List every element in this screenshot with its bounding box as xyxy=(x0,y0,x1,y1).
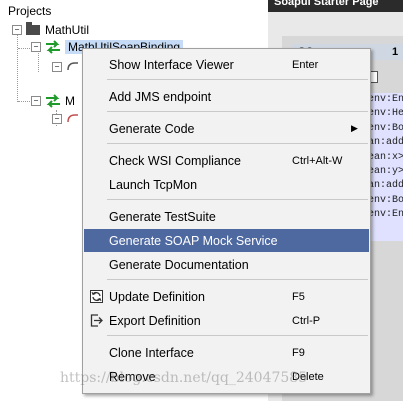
menu-separator xyxy=(107,199,368,200)
menu-separator xyxy=(107,79,368,80)
menu-item-label: Show Interface Viewer xyxy=(109,57,234,72)
menu-item-label: Clone Interface xyxy=(109,345,194,360)
menu-item-shortcut: F5 xyxy=(292,290,305,303)
operation-icon xyxy=(67,62,78,71)
menu-item-label: Update Definition xyxy=(109,289,205,304)
menu-item-label: Check WSI Compliance xyxy=(109,153,241,168)
menu-item-export-definition[interactable]: Export Definition Ctrl-P xyxy=(84,309,369,332)
menu-item-generate-soap-mock-service[interactable]: Generate SOAP Mock Service xyxy=(84,229,369,252)
tree-item-operation-2[interactable]: − xyxy=(52,110,80,128)
editor-line: ean:y> xyxy=(368,165,403,177)
menu-item-generate-testsuite[interactable]: Generate TestSuite xyxy=(84,205,369,228)
refresh-icon xyxy=(90,290,103,303)
menu-item-label: Generate Documentation xyxy=(109,257,249,272)
menu-item-label: Generate TestSuite xyxy=(109,209,216,224)
menu-item-update-definition[interactable]: Update Definition F5 xyxy=(84,285,369,308)
menu-item-shortcut: F9 xyxy=(292,346,305,359)
tree-guide-line xyxy=(18,48,30,49)
export-icon xyxy=(90,314,103,327)
menu-item-label: Export Definition xyxy=(109,313,201,328)
operation-icon xyxy=(67,114,78,123)
collapse-expander-icon[interactable]: − xyxy=(31,96,41,106)
collapse-expander-icon[interactable]: − xyxy=(52,62,62,72)
menu-item-check-wsi-compliance[interactable]: Check WSI Compliance Ctrl+Alt-W xyxy=(84,149,369,172)
menu-item-generate-code[interactable]: Generate Code ▶ xyxy=(84,117,369,140)
collapse-expander-icon[interactable]: − xyxy=(52,114,62,124)
tree-header: Projects xyxy=(8,4,52,18)
tree-guide-line xyxy=(17,30,18,102)
chevron-right-icon: ▶ xyxy=(351,123,358,133)
menu-item-shortcut: Ctrl+Alt-W xyxy=(292,154,343,167)
editor-line: an:add> xyxy=(368,137,403,149)
menu-item-show-interface-viewer[interactable]: Show Interface Viewer Enter xyxy=(84,53,369,76)
folder-icon xyxy=(26,22,40,35)
tree-item-binding-2-label: M xyxy=(65,94,75,108)
tree-item-binding-2[interactable]: − M xyxy=(31,92,75,110)
collapse-expander-icon[interactable]: − xyxy=(31,42,41,52)
menu-item-launch-tcpmon[interactable]: Launch TcpMon xyxy=(84,173,369,196)
tree-item-project-label: MathUtil xyxy=(45,23,90,37)
watermark-text: https://blog.csdn.net/qq_24047585 xyxy=(60,370,308,386)
starter-page-title: Soapui Starter Page xyxy=(268,0,403,12)
menu-item-generate-documentation[interactable]: Generate Documentation xyxy=(84,253,369,276)
context-menu: Show Interface Viewer Enter Add JMS endp… xyxy=(82,48,371,394)
menu-separator xyxy=(107,279,368,280)
editor-line: ean:x> xyxy=(368,151,403,163)
menu-item-shortcut: Ctrl-P xyxy=(292,314,321,327)
menu-item-label: Launch TcpMon xyxy=(109,177,198,192)
collapse-expander-icon[interactable]: − xyxy=(12,25,22,35)
menu-item-add-jms-endpoint[interactable]: Add JMS endpoint xyxy=(84,85,369,108)
editor-line: an:add xyxy=(368,180,403,192)
editor-line: env:He xyxy=(368,108,403,120)
menu-item-clone-interface[interactable]: Clone Interface F9 xyxy=(84,341,369,364)
editor-line: env:Env xyxy=(368,209,403,221)
editor-line: env:Bo xyxy=(368,122,403,134)
menu-item-label: Add JMS endpoint xyxy=(109,89,212,104)
menu-separator xyxy=(107,335,368,336)
request-tab-suffix: 1 xyxy=(392,46,399,58)
interface-arrows-icon xyxy=(46,94,60,108)
menu-separator xyxy=(107,143,368,144)
menu-item-label: Generate SOAP Mock Service xyxy=(109,233,278,248)
editor-line: env:Bo xyxy=(368,194,403,206)
editor-line: env:Enve xyxy=(368,94,403,105)
menu-separator xyxy=(107,111,368,112)
tree-item-operation[interactable]: − xyxy=(52,58,80,76)
xml-editor[interactable]: env:Enve env:He env:Bo an:add> ean:x> ea… xyxy=(368,93,403,241)
menu-item-shortcut: Enter xyxy=(292,58,319,71)
tree-guide-line xyxy=(18,101,30,102)
interface-arrows-icon xyxy=(46,40,60,54)
menu-item-label: Generate Code xyxy=(109,121,195,136)
tree-item-project[interactable]: − MathUtil xyxy=(12,21,89,39)
